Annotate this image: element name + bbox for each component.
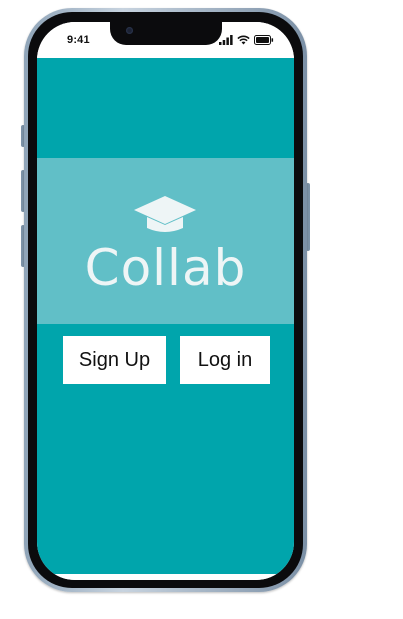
signal-icon xyxy=(219,35,233,45)
status-icons xyxy=(219,34,274,46)
battery-icon xyxy=(254,35,274,45)
graduation-cap-icon xyxy=(134,196,196,232)
wifi-icon xyxy=(237,35,250,45)
front-camera xyxy=(126,27,133,34)
app-title: Collab xyxy=(84,239,247,297)
phone-screen: 9:41 Collab Sign Up Log in xyxy=(37,22,294,580)
status-bar: 9:41 xyxy=(37,22,294,58)
sign-up-button[interactable]: Sign Up xyxy=(63,336,166,384)
home-indicator-area xyxy=(37,574,294,580)
notch xyxy=(110,22,222,45)
device-mockup: 9:41 Collab Sign Up Log in xyxy=(0,0,403,619)
log-in-button[interactable]: Log in xyxy=(180,336,270,384)
status-time: 9:41 xyxy=(67,34,90,46)
